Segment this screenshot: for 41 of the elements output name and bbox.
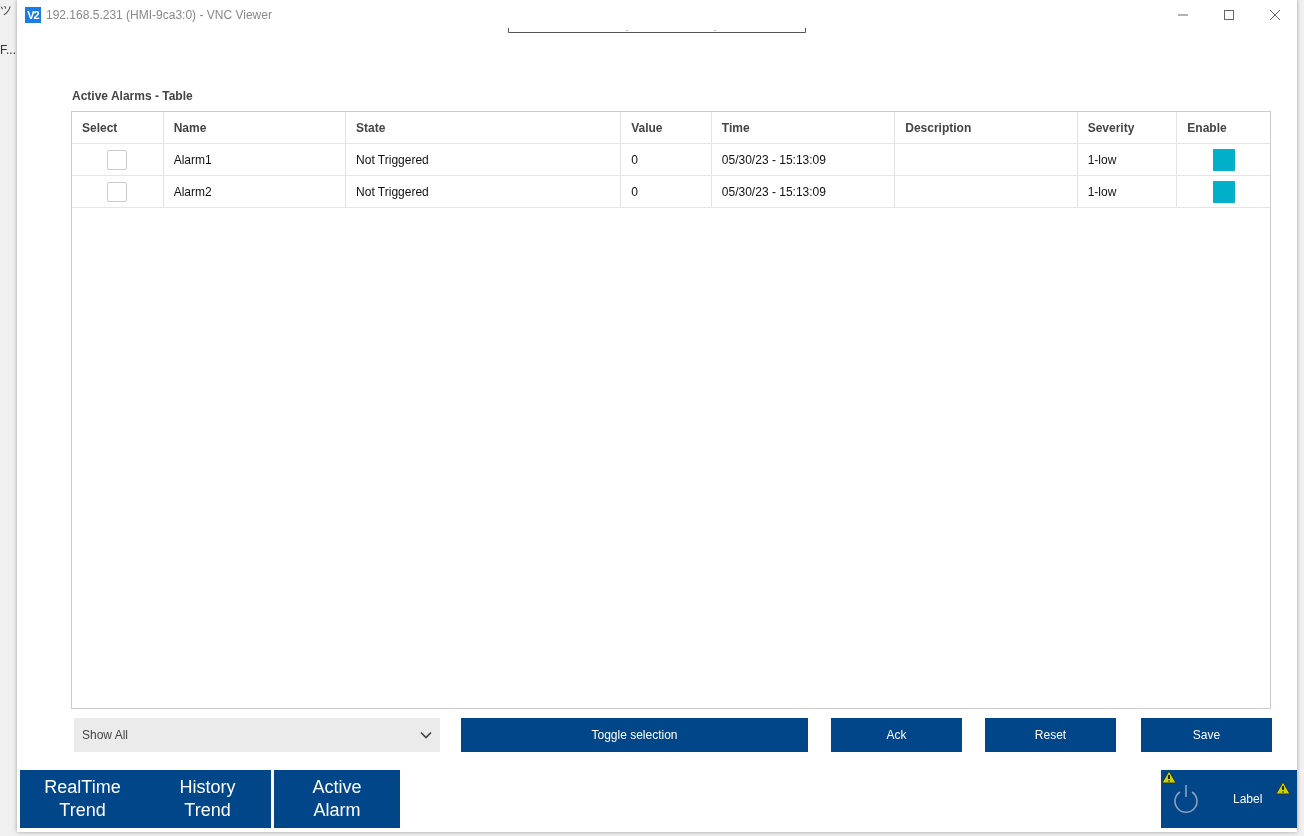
action-button[interactable]: Reset xyxy=(985,718,1116,752)
table-cell: 05/30/23 - 15:13:09 xyxy=(721,152,826,167)
column-header: Description xyxy=(895,112,1078,143)
column-header: Time xyxy=(711,112,896,143)
warning-icon xyxy=(1275,781,1291,795)
action-button[interactable]: Save xyxy=(1141,718,1272,752)
filter-dropdown[interactable]: Show All xyxy=(74,718,440,752)
column-header: Severity xyxy=(1077,112,1178,143)
column-header: Value xyxy=(621,112,712,143)
table-cell: 0 xyxy=(631,184,638,199)
table-cell: Alarm1 xyxy=(173,152,212,167)
background-text: ツ xyxy=(0,2,13,19)
column-header: Enable xyxy=(1186,119,1228,137)
power-panel[interactable]: Label xyxy=(1161,770,1297,828)
table-cell: Not Triggered xyxy=(356,152,429,167)
table-title: Active Alarms - Table xyxy=(72,89,194,105)
select-checkbox[interactable] xyxy=(107,181,128,202)
action-button[interactable]: Ack xyxy=(831,718,962,752)
action-button[interactable]: Toggle selection xyxy=(461,718,808,752)
table-cell: 05/30/23 - 15:13:09 xyxy=(721,184,826,199)
column-header: Select xyxy=(72,112,164,143)
column-header: Name xyxy=(163,112,347,143)
table-cell: 1-low xyxy=(1087,184,1117,199)
close-icon[interactable] xyxy=(1269,9,1281,21)
power-icon xyxy=(1173,784,1199,814)
maximize-icon[interactable] xyxy=(1223,9,1235,21)
app-logo-icon: V2 xyxy=(25,7,41,23)
status-label: Label xyxy=(1233,792,1263,806)
column-header: State xyxy=(346,112,622,143)
background-text: F... xyxy=(0,43,17,57)
table-cell: Alarm2 xyxy=(173,184,212,199)
table-cell: Not Triggered xyxy=(356,184,429,199)
table-cell: 0 xyxy=(631,152,638,167)
table-cell: 1-low xyxy=(1087,152,1117,167)
enable-toggle[interactable] xyxy=(1212,180,1235,203)
nav-button[interactable]: Active Alarm xyxy=(274,770,400,828)
chevron-down-icon xyxy=(420,731,432,739)
warning-icon xyxy=(1161,770,1177,784)
window-title: 192.168.5.231 (HMI-9ca3:0) - VNC Viewer xyxy=(46,8,272,22)
select-checkbox[interactable] xyxy=(107,149,128,170)
enable-toggle[interactable] xyxy=(1212,148,1235,171)
